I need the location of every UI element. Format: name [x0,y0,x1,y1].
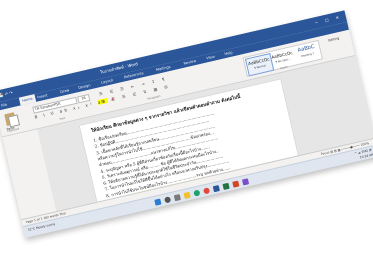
word-icon[interactable] [212,185,220,193]
task-view-icon[interactable] [173,194,181,202]
group-styles: Styles [279,65,289,71]
teams-icon[interactable] [241,178,250,186]
file-explorer-icon[interactable] [183,191,191,199]
excel-icon[interactable] [222,182,230,190]
style-heading-1[interactable]: AaBbC Heading 1 [294,42,321,63]
weather-widget[interactable]: 31°C Mostly sunny [27,222,55,232]
group-font: Font [59,116,66,122]
chrome-icon[interactable] [202,187,211,195]
powerpoint-icon[interactable] [232,180,240,188]
search-icon[interactable] [164,196,172,204]
word-window: 💾 ↶ ↷ ใบงานคำศัพท์ - Word ─ ▢ ✕ File Home… [0,10,373,238]
edge-icon[interactable] [193,189,201,197]
system-tray[interactable]: ^ ☁ ENG 🔊 10:24 AM [354,148,373,162]
group-paragraph: Paragraph [147,94,161,101]
paste-button[interactable]: Paste [1,109,23,131]
start-icon[interactable] [154,198,162,206]
editing-button[interactable]: Editing [321,34,347,44]
